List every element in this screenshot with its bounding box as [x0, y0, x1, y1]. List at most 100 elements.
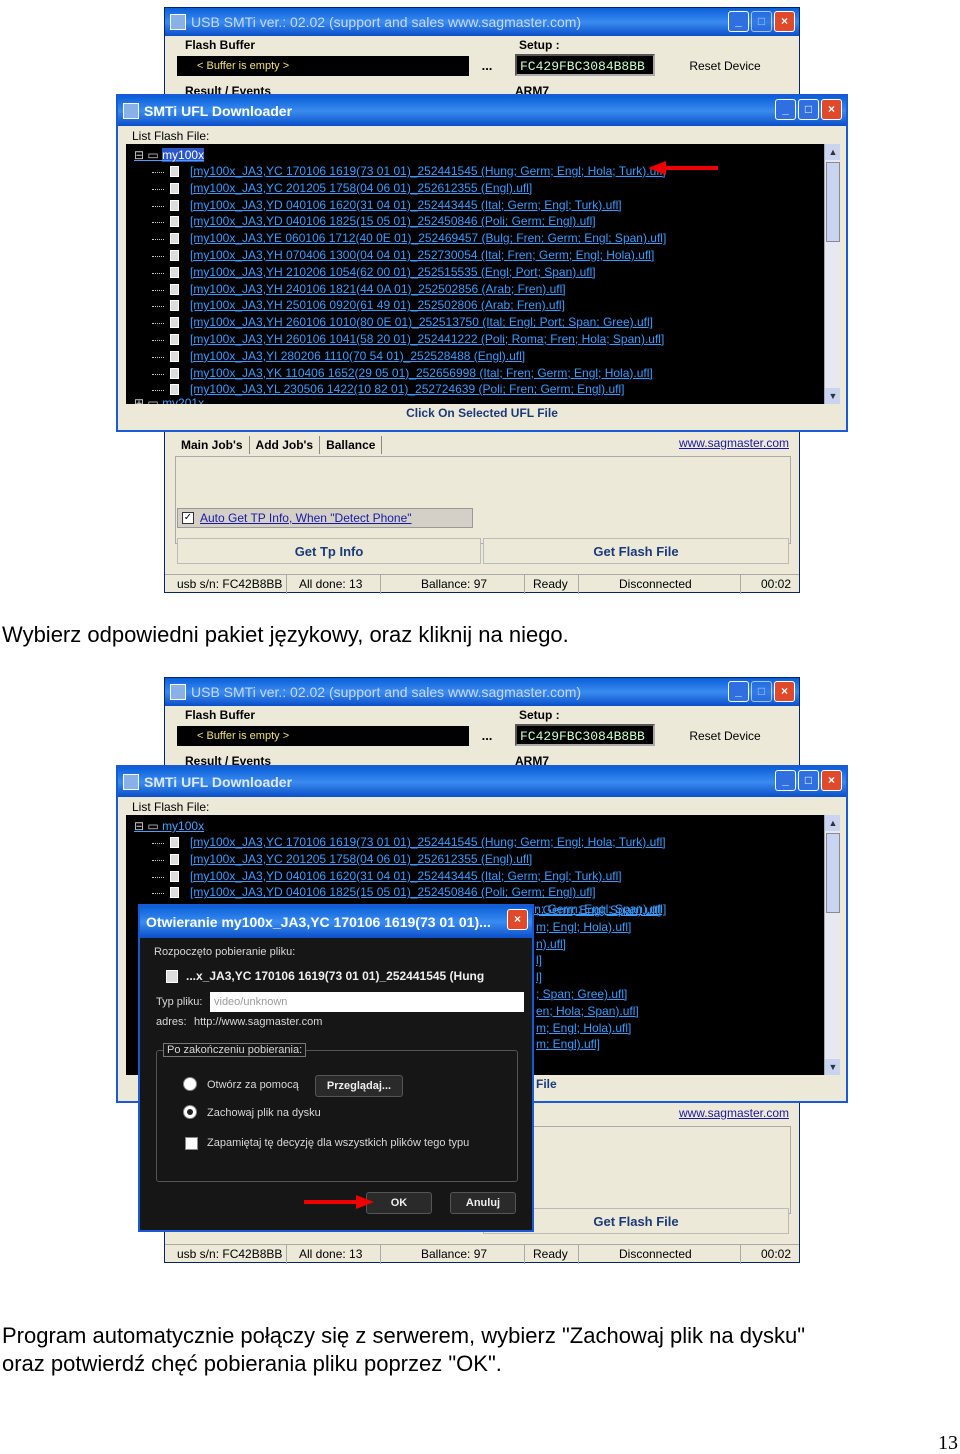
file-list-item[interactable]: [my100x_JA3,YC 170106 1619(73 01 01)_252… [151, 164, 666, 181]
file-icon [170, 166, 179, 177]
file-label: [my100x_JA3,YD 040106 1620(31 04 01)_252… [190, 197, 622, 212]
file-list-item[interactable]: n).ufl] [521, 937, 661, 954]
minimize-button[interactable]: _ [728, 11, 749, 32]
minimize-button[interactable]: _ [775, 770, 796, 791]
partial-file-list: ; Germ; Engl; Span).ufl] m; Engl; Hola).u… [521, 903, 661, 1054]
file-list-item[interactable]: [my100x_JA3,YK 110406 1652(29 05 01)_252… [151, 366, 666, 383]
file-list-item[interactable]: [my100x_JA3,YC 201205 1758(04 06 01)_252… [151, 852, 666, 869]
scroll-thumb[interactable] [826, 833, 840, 913]
vertical-scrollbar[interactable]: ▲ ▼ [824, 144, 840, 404]
remember-checkbox[interactable] [185, 1137, 198, 1150]
file-list-item[interactable]: [my100x_JA3,YI 280206 1110(70 54 01)_252… [151, 348, 666, 366]
red-arrow-icon [304, 1195, 374, 1209]
close-button[interactable]: × [821, 770, 842, 791]
auto-get-tp-row[interactable]: ✓ Auto Get TP Info, When "Detect Phone" [177, 508, 473, 528]
file-list-item[interactable]: [my100x_JA3,YD 040106 1620(31 04 01)_252… [151, 869, 666, 886]
scroll-thumb[interactable] [826, 162, 840, 242]
file-list-item[interactable]: ; Germ; Engl; Span).ufl] [521, 903, 661, 920]
file-type-field: video/unknown [210, 992, 524, 1012]
scroll-up-icon[interactable]: ▲ [825, 144, 840, 160]
tree-root-folder[interactable]: ⊟ ▭ my100x [134, 819, 204, 833]
file-list-item[interactable]: [my100x_JA3,YH 210206 1054(62 00 01)_252… [151, 265, 666, 282]
file-list-item[interactable]: ; Span; Gree).ufl] [521, 987, 661, 1004]
reset-device-button[interactable]: Reset Device [665, 724, 785, 748]
file-label: [my100x_JA3,YD 040106 1825(15 05 01)_252… [190, 885, 596, 900]
browse-button[interactable]: Przeglądaj... [315, 1075, 403, 1097]
app-icon [170, 684, 186, 700]
main-jobs-panel [175, 456, 791, 544]
scroll-down-icon[interactable]: ▼ [825, 388, 840, 404]
browse-buffer-button[interactable]: ... [475, 56, 499, 78]
file-icon [170, 853, 179, 865]
setup-field: FC429FBC3084B8BB [515, 724, 655, 746]
file-label: [my100x_JA3,YC 201205 1758(04 06 01)_252… [190, 180, 533, 195]
scroll-up-icon[interactable]: ▲ [825, 815, 840, 831]
file-list-item[interactable]: [my100x_JA3,YH 250106 0920(61 49 01)_252… [151, 298, 666, 315]
maximize-button[interactable]: □ [798, 770, 819, 791]
file-label: [my100x_JA3,YC 170106 1619(73 01 01)_252… [190, 835, 666, 849]
maximize-button[interactable]: □ [798, 99, 819, 120]
maximize-button[interactable]: □ [751, 11, 772, 32]
tree-root-folder[interactable]: ⊟ ▭ my100x [134, 148, 205, 162]
file-icon [170, 317, 179, 329]
maximize-button[interactable]: □ [751, 681, 772, 702]
file-list-item[interactable]: [my100x_JA3,YD 040106 1825(15 05 01)_252… [151, 214, 666, 231]
download-filename: ...x_JA3,YC 170106 1619(73 01 01)_252441… [186, 969, 485, 983]
tab-ballance[interactable]: Ballance [320, 436, 383, 454]
site-link[interactable]: www.sagmaster.com [679, 1106, 789, 1120]
auto-get-checkbox[interactable]: ✓ [182, 512, 194, 524]
get-flash-file-button[interactable]: Get Flash File [483, 538, 789, 564]
file-list-item[interactable]: m; Engl; Hola).ufl] [521, 1021, 661, 1038]
close-button[interactable]: × [774, 11, 795, 32]
file-list-item[interactable]: [my100x_JA3,YH 240106 1821(44 0A 01)_252… [151, 282, 666, 299]
file-icon [170, 199, 179, 211]
file-list-item[interactable]: l] [521, 970, 661, 987]
file-list-item[interactable]: l] [521, 953, 661, 970]
after-download-label: Po zakończeniu pobierania: [163, 1043, 307, 1057]
file-list-item[interactable]: [my100x_JA3,YD 040106 1825(15 05 01)_252… [151, 885, 666, 902]
file-list-item[interactable]: en; Hola; Span).ufl] [521, 1004, 661, 1021]
file-list-item[interactable]: [my100x_JA3,YH 260106 1010(80 0E 01)_252… [151, 315, 666, 332]
file-list-item[interactable]: m; Engl; Hola).ufl] [521, 920, 661, 937]
get-tp-info-button[interactable]: Get Tp Info [177, 538, 481, 564]
reset-device-button[interactable]: Reset Device [665, 54, 785, 78]
close-button[interactable]: × [821, 99, 842, 120]
tree-next-folder[interactable]: ⊞ ▭ my201x [134, 396, 204, 404]
browse-buffer-button[interactable]: ... [475, 726, 499, 748]
app-icon [170, 14, 186, 30]
open-file-dialog: Otwieranie my100x_JA3,YC 170106 1619(73 … [138, 904, 534, 1232]
status-ballance: Ballance: 97 [381, 575, 525, 594]
file-list-item[interactable]: [my100x_JA3,YC 170106 1619(73 01 01)_252… [151, 835, 666, 852]
cancel-button[interactable]: Anuluj [450, 1192, 516, 1214]
file-list-item[interactable]: [my100x_JA3,YE 060106 1712(40 0E 01)_252… [151, 231, 666, 248]
status-serial: usb s/n: FC42B8BB [165, 1245, 287, 1264]
folder-icon: ⊟ ▭ [134, 148, 163, 162]
address-value: http://www.sagmaster.com [194, 1016, 323, 1028]
ok-button[interactable]: OK [366, 1192, 432, 1214]
title-bar: USB SMTi ver.: 02.02 (support and sales … [165, 678, 799, 706]
downloader-app-icon [123, 103, 139, 119]
file-list-item[interactable]: [my100x_JA3,YC 201205 1758(04 06 01)_252… [151, 180, 666, 198]
caption-second-line2: oraz potwierdź chęć pobierania pliku pop… [2, 1351, 502, 1376]
file-label: [my100x_JA3,YC 170106 1619(73 01 01)_252… [190, 164, 666, 178]
file-list-item[interactable]: [my100x_JA3,YH 070406 1300(04 04 01)_252… [151, 248, 666, 265]
open-with-radio[interactable] [183, 1077, 197, 1091]
scroll-down-icon[interactable]: ▼ [825, 1059, 840, 1075]
save-file-radio[interactable] [183, 1105, 197, 1119]
minimize-button[interactable]: _ [775, 99, 796, 120]
status-connection: Disconnected [579, 1245, 741, 1264]
file-list-item[interactable]: [my100x_JA3,YH 260106 1041(58 20 01)_252… [151, 332, 666, 349]
file-list-item[interactable]: [my100x_JA3,YL 230506 1422(10 82 01)_252… [151, 382, 666, 399]
vertical-scrollbar[interactable]: ▲ ▼ [824, 815, 840, 1075]
file-label: [my100x_JA3,YD 040106 1825(15 05 01)_252… [190, 214, 596, 229]
site-link[interactable]: www.sagmaster.com [679, 436, 789, 450]
tab-add-jobs[interactable]: Add Job's [250, 436, 321, 454]
file-label: [my100x_JA3,YI 280206 1110(70 54 01)_252… [190, 348, 526, 363]
tab-main-jobs[interactable]: Main Job's [175, 436, 250, 454]
minimize-button[interactable]: _ [728, 681, 749, 702]
file-list-item[interactable]: m; Engl).ufl] [521, 1037, 661, 1054]
status-bar: usb s/n: FC42B8BB All done: 13 Ballance:… [165, 574, 799, 594]
close-button[interactable]: × [507, 909, 528, 930]
file-list-item[interactable]: [my100x_JA3,YD 040106 1620(31 04 01)_252… [151, 197, 666, 215]
close-button[interactable]: × [774, 681, 795, 702]
